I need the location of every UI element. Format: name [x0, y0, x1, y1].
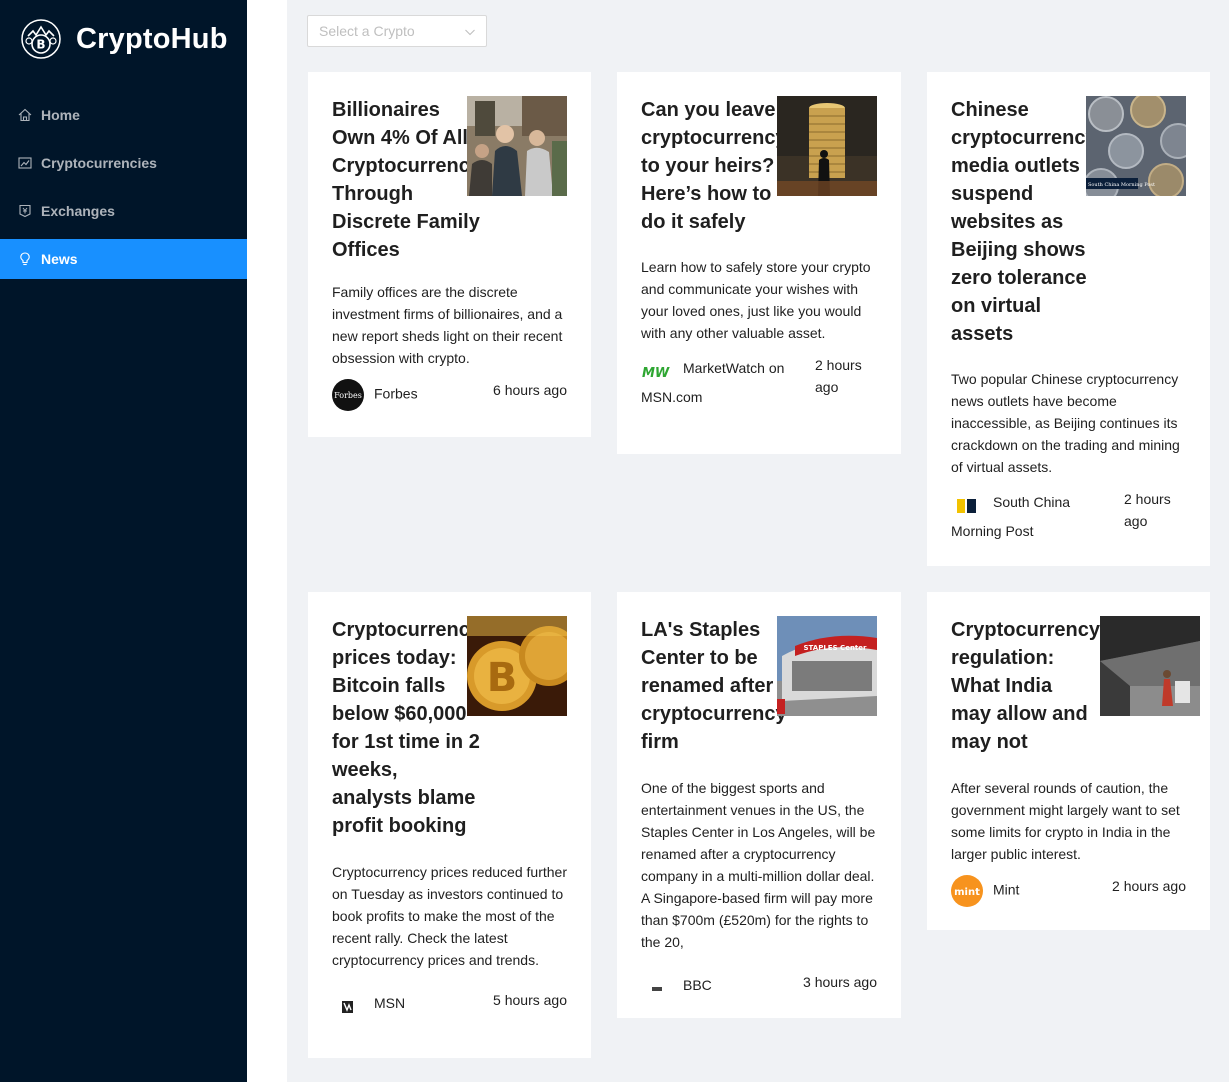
svg-text:mint: mint	[954, 887, 980, 898]
news-description: Two popular Chinese cryptocurrency news …	[951, 371, 1180, 475]
forbes-logo-icon: Forbes	[332, 379, 364, 411]
news-card[interactable]: B Cryptocurrency prices today: Bitcoin f…	[308, 592, 591, 1058]
news-thumbnail	[467, 96, 567, 196]
sidebar-item-exchanges[interactable]: Exchanges	[0, 191, 247, 231]
sidebar-item-label: Cryptocurrencies	[41, 155, 157, 171]
news-thumbnail: B	[467, 616, 567, 716]
news-card[interactable]: Cryptocurrency regulation: What India ma…	[927, 592, 1210, 930]
sidebar-item-home[interactable]: Home	[0, 95, 247, 135]
bbc-logo-icon	[641, 978, 673, 994]
news-description: Cryptocurrency prices reduced further on…	[332, 864, 567, 968]
select-placeholder: Select a Crypto	[319, 23, 415, 39]
svg-text:B: B	[487, 655, 518, 701]
news-description: Learn how to safely store your crypto an…	[641, 259, 871, 341]
news-provider: BBC 3 hours ago	[641, 971, 877, 1000]
provider-name: Mint	[993, 881, 1020, 898]
news-thumbnail	[1100, 616, 1200, 716]
provider-name: Forbes	[374, 385, 418, 402]
news-title: Can you leave cryptocurrency to your hei…	[641, 99, 787, 233]
news-provider: Forbes Forbes 6 hours ago	[332, 379, 567, 411]
news-provider: MW MarketWatch on MSN.com 2 hours ago	[641, 354, 877, 412]
news-title: Cryptocurrency prices today: Bitcoin fal…	[332, 619, 481, 837]
news-title: Cryptocurrency regulation: What India ma…	[951, 619, 1100, 753]
provider-name: MSN	[374, 995, 406, 1011]
news-time: 2 hours ago	[815, 357, 862, 395]
svg-text:South China Morning Post: South China Morning Post	[1088, 182, 1155, 188]
svg-text:B: B	[36, 38, 45, 52]
news-time: 2 hours ago	[1124, 491, 1171, 529]
marketwatch-logo-icon: MW	[641, 361, 673, 381]
news-time: 3 hours ago	[803, 974, 877, 990]
news-provider: South China Morning Post 2 hours ago	[951, 488, 1186, 546]
app-title[interactable]: CryptoHub	[76, 23, 228, 56]
bulb-icon	[17, 251, 33, 267]
news-card[interactable]: Can you leave cryptocurrency to your hei…	[617, 72, 901, 454]
sidebar-item-label: News	[41, 251, 78, 267]
mint-logo-icon: mint	[951, 875, 983, 907]
sidebar-gutter	[247, 0, 287, 1082]
news-provider: MSN 5 hours ago	[332, 989, 567, 1018]
logo[interactable]: B CryptoHub	[20, 18, 228, 60]
money-collect-icon	[17, 203, 33, 219]
news-time: 6 hours ago	[493, 382, 567, 398]
news-provider: mint Mint 2 hours ago	[951, 875, 1186, 907]
home-icon	[17, 107, 33, 123]
sidebar-item-news[interactable]: News	[0, 239, 247, 279]
news-thumbnail: STAPLES Center	[777, 616, 877, 716]
news-time: 2 hours ago	[1112, 878, 1186, 894]
news-description: After several rounds of caution, the gov…	[951, 780, 1180, 862]
scmp-logo-icon	[951, 495, 983, 514]
news-title: Billionaires Own 4% Of All Cryptocurrenc…	[332, 99, 481, 261]
sidebar-item-label: Exchanges	[41, 203, 115, 219]
fund-icon	[17, 155, 33, 171]
news-title: LA's Staples Center to be renamed after …	[641, 619, 787, 753]
news-card[interactable]: STAPLES Center LA's Staples Center to be…	[617, 592, 901, 1018]
news-time: 5 hours ago	[493, 992, 567, 1008]
svg-text:STAPLES Center: STAPLES Center	[804, 644, 868, 652]
provider-name: BBC	[683, 977, 712, 993]
news-title: Chinese cryptocurrency media outlets sus…	[951, 99, 1097, 345]
news-description: Family offices are the discrete investme…	[332, 284, 563, 366]
sidebar-item-cryptocurrencies[interactable]: Cryptocurrencies	[0, 143, 247, 183]
news-card[interactable]: South China Morning Post Chinese cryptoc…	[927, 72, 1210, 566]
crypto-select[interactable]: Select a Crypto	[307, 15, 487, 47]
sidebar: B CryptoHub Home Cryptocurrencies Exchan…	[0, 0, 247, 1082]
news-description: One of the biggest sports and entertainm…	[641, 780, 876, 950]
svg-text:Forbes: Forbes	[334, 391, 362, 400]
news-thumbnail	[777, 96, 877, 196]
main-content: Select a Crypto Billionaires Own 4% Of A…	[287, 0, 1229, 1082]
chevron-down-icon	[464, 25, 476, 37]
news-thumbnail: South China Morning Post	[1086, 96, 1186, 196]
svg-text:MW: MW	[642, 366, 670, 380]
news-card[interactable]: Billionaires Own 4% Of All Cryptocurrenc…	[308, 72, 591, 437]
sidebar-menu: Home Cryptocurrencies Exchanges News	[0, 95, 247, 287]
crypto-logo-icon: B	[20, 18, 62, 60]
msn-logo-icon	[332, 996, 364, 1014]
sidebar-item-label: Home	[41, 107, 80, 123]
